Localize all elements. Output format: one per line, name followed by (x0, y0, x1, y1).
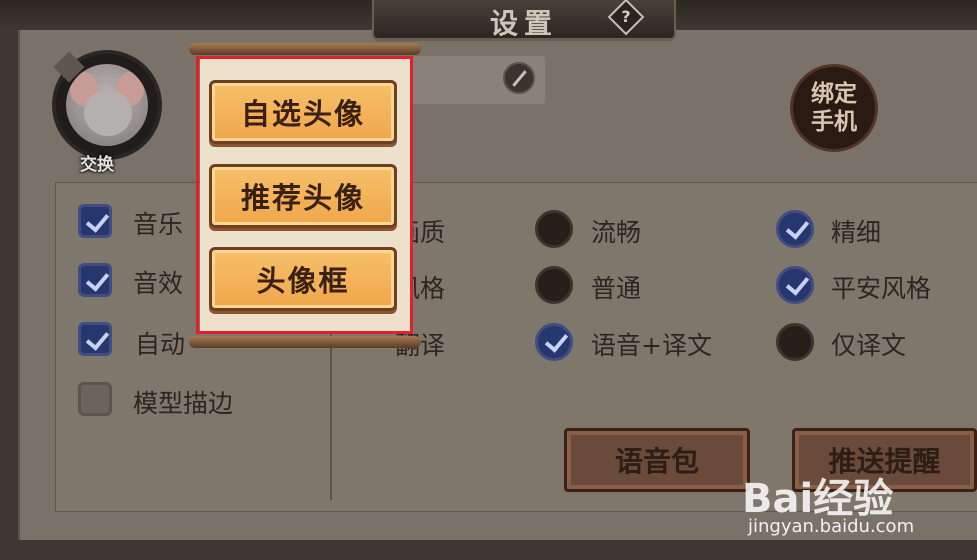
quality-smooth-label: 流畅 (591, 218, 642, 247)
scroll-rod-bottom (189, 336, 421, 348)
avatar-swap-label[interactable]: 交换 (80, 150, 114, 175)
baidu-watermark-url: jingyan.baidu.com (748, 516, 915, 537)
style-heian-label: 平安风格 (831, 274, 932, 303)
bind-phone-label: 绑定手机 (811, 80, 857, 135)
auto-option-label: 自动 (135, 330, 186, 359)
music-label: 音乐 (133, 210, 184, 239)
edit-name-icon[interactable] (503, 62, 535, 94)
translation-voice-text-label: 语音+译文 (591, 331, 712, 360)
avatar-face (84, 90, 132, 136)
style-normal-radio[interactable] (535, 266, 573, 304)
bind-phone-button[interactable]: 绑定手机 (790, 64, 878, 152)
music-checkbox[interactable] (78, 204, 112, 238)
avatar-frame-button[interactable]: 头像框 (209, 247, 397, 311)
style-heian-radio[interactable] (776, 266, 814, 304)
model-outline-checkbox[interactable] (78, 382, 112, 416)
voice-pack-button[interactable]: 语音包 (564, 428, 750, 492)
choose-avatar-button[interactable]: 自选头像 (209, 80, 397, 144)
scroll-rod-top (189, 43, 421, 55)
auto-option-checkbox[interactable] (78, 322, 112, 356)
model-outline-label: 模型描边 (133, 389, 234, 418)
recommended-avatar-button[interactable]: 推荐头像 (209, 164, 397, 228)
style-normal-label: 普通 (591, 274, 642, 303)
quality-fine-label: 精细 (831, 218, 882, 247)
quality-smooth-radio[interactable] (535, 210, 573, 248)
translation-text-only-label: 仅译文 (831, 331, 907, 360)
sound-effect-label: 音效 (133, 269, 184, 298)
translation-voice-text-radio[interactable] (535, 323, 573, 361)
sound-effect-checkbox[interactable] (78, 263, 112, 297)
avatar-image (66, 64, 148, 146)
quality-fine-radio[interactable] (776, 210, 814, 248)
translation-text-only-radio[interactable] (776, 323, 814, 361)
help-icon-symbol: ? (621, 7, 631, 27)
